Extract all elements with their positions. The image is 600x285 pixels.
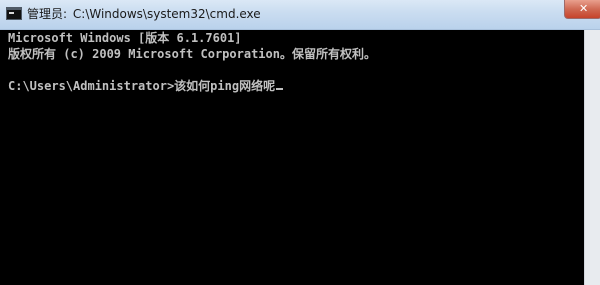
window-title-path: C:\Windows\system32\cmd.exe <box>72 7 261 21</box>
cmd-window[interactable]: 管理员 C:\Windows\system32\cmd.exe ✕ Micros… <box>0 0 600 285</box>
console-banner-version: Microsoft Windows [版本 6.1.7601] <box>8 31 242 45</box>
command-prompt-icon[interactable] <box>6 7 22 20</box>
console-output[interactable]: Microsoft Windows [版本 6.1.7601] 版权所有 (c)… <box>0 30 600 285</box>
close-button[interactable]: ✕ <box>564 0 600 19</box>
command-input[interactable]: 该如何ping网络呢 <box>174 79 275 93</box>
text-cursor <box>276 88 284 90</box>
console-banner-copyright: 版权所有 (c) 2009 Microsoft Corporation。保留所有… <box>8 47 376 61</box>
vertical-scrollbar[interactable] <box>584 30 600 285</box>
window-title: 管理员 C:\Windows\system32\cmd.exe <box>27 6 261 22</box>
close-icon: ✕ <box>579 2 589 15</box>
console-lines: Microsoft Windows [版本 6.1.7601] 版权所有 (c)… <box>8 30 584 94</box>
prompt-path: C:\Users\Administrator> <box>8 79 175 93</box>
command-line[interactable]: C:\Users\Administrator>该如何ping网络呢 <box>8 78 584 94</box>
title-bar[interactable]: 管理员 C:\Windows\system32\cmd.exe ✕ <box>0 0 600 30</box>
window-title-caption: 管理员 <box>27 7 67 21</box>
